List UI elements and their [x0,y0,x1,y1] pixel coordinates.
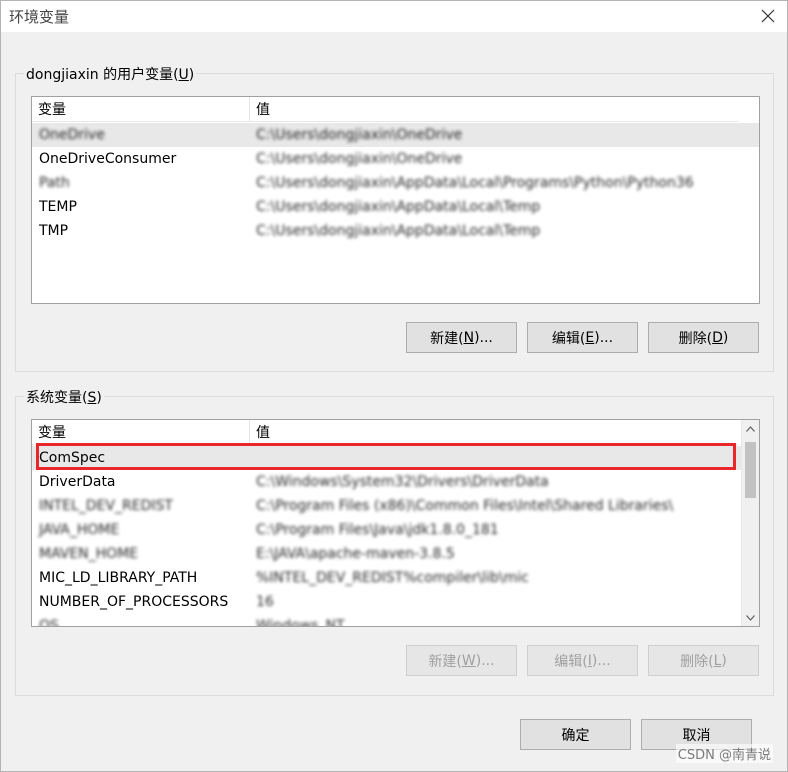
table-row[interactable]: OneDrive C:\Users\dongjiaxin\OneDrive [32,123,759,147]
variable-name: JAVA_HOME [39,522,120,538]
variable-name: OneDrive [39,127,105,143]
vertical-scrollbar[interactable] [741,420,759,626]
variable-value: C:\Users\dongjiaxin\AppData\Local\Temp [256,223,541,239]
table-row[interactable]: OneDriveConsumer C:\Users\dongjiaxin\One… [32,147,759,171]
variable-name: ComSpec [39,450,106,466]
variable-value: 16 [256,594,274,610]
variable-name: MIC_LD_LIBRARY_PATH [39,570,198,586]
user-edit-button[interactable]: 编辑(E)... [527,322,638,353]
variable-name: MAVEN_HOME [39,546,139,562]
header-variable[interactable]: 变量 [32,97,249,121]
system-edit-button[interactable]: 编辑(I)... [527,645,638,676]
variable-value: Windows_NT [256,618,345,627]
table-row[interactable]: JAVA_HOME C:\Program Files\Java\jdk1.8.0… [32,518,759,542]
variable-name: OneDriveConsumer [39,151,177,167]
table-row[interactable]: MIC_LD_LIBRARY_PATH %INTEL_DEV_REDIST%co… [32,566,759,590]
title-bar: 环境变量 [1,1,787,32]
table-row[interactable]: TMP C:\Users\dongjiaxin\AppData\Local\Te… [32,219,759,243]
variable-value: C:\Program Files\Java\jdk1.8.0_181 [256,522,499,538]
variable-value: C:\Users\dongjiaxin\AppData\Local\Progra… [256,175,694,191]
table-row[interactable]: INTEL_DEV_REDIST C:\Program Files (x86)\… [32,494,759,518]
header-value[interactable]: 值 [249,420,738,444]
table-row[interactable]: OS Windows_NT [32,614,759,627]
table-row[interactable]: Path C:\Users\dongjiaxin\AppData\Local\P… [32,171,759,195]
list-header: 变量 值 [32,420,738,445]
scroll-up-button[interactable] [742,420,759,437]
chevron-up-icon [746,425,755,432]
system-variables-list[interactable]: 变量 值 ComSpec DriverData C:\Windows\Syste… [31,419,760,627]
system-variables-label: 系统变量(S) [24,387,104,407]
user-delete-button[interactable]: 删除(D) [648,322,759,353]
ok-button[interactable]: 确定 [520,719,631,750]
table-row-selected[interactable]: ComSpec [32,446,759,470]
variable-name: OS [39,618,59,627]
user-new-button[interactable]: 新建(N)... [406,322,517,353]
environment-variables-dialog: 环境变量 dongjiaxin 的用户变量(U) 变量 值 OneDrive C… [0,0,788,772]
variable-name: Path [39,175,70,191]
scrollbar-thumb[interactable] [745,442,756,498]
variable-value: C:\Program Files (x86)\Common Files\Inte… [256,498,674,514]
variable-name: DriverData [39,474,116,490]
variable-value: C:\Users\dongjiaxin\OneDrive [256,151,463,167]
list-header: 变量 值 [32,97,738,122]
variable-name: TEMP [39,199,77,215]
close-button[interactable] [757,5,779,27]
variable-value: %INTEL_DEV_REDIST%compiler\lib\mic [256,570,529,586]
table-row[interactable]: NUMBER_OF_PROCESSORS 16 [32,590,759,614]
variable-value: C:\Windows\System32\Drivers\DriverData [256,474,549,490]
variable-name: NUMBER_OF_PROCESSORS [39,594,229,610]
header-variable[interactable]: 变量 [32,420,249,444]
variable-value: C:\Users\dongjiaxin\AppData\Local\Temp [256,199,541,215]
system-new-button[interactable]: 新建(W)... [406,645,517,676]
table-row[interactable]: MAVEN_HOME E:\JAVA\apache-maven-3.8.5 [32,542,759,566]
watermark: CSDN @南青说 [675,744,773,763]
close-icon [761,9,775,23]
user-variables-list[interactable]: 变量 值 OneDrive C:\Users\dongjiaxin\OneDri… [31,96,760,304]
table-row[interactable]: DriverData C:\Windows\System32\Drivers\D… [32,470,759,494]
variable-name: INTEL_DEV_REDIST [39,498,173,514]
system-variables-group: 系统变量(S) 变量 值 ComSpec DriverData C:\Windo… [15,387,774,696]
variable-value: E:\JAVA\apache-maven-3.8.5 [256,546,455,562]
header-value[interactable]: 值 [249,97,738,121]
scroll-down-button[interactable] [742,609,759,626]
user-variables-label: dongjiaxin 的用户变量(U) [24,64,197,84]
user-variables-group: dongjiaxin 的用户变量(U) 变量 值 OneDrive C:\Use… [15,64,774,372]
system-delete-button[interactable]: 删除(L) [648,645,759,676]
variable-name: TMP [39,223,69,239]
table-row[interactable]: TEMP C:\Users\dongjiaxin\AppData\Local\T… [32,195,759,219]
window-title: 环境变量 [9,8,70,26]
chevron-down-icon [746,614,755,621]
variable-value: C:\Users\dongjiaxin\OneDrive [256,127,463,143]
